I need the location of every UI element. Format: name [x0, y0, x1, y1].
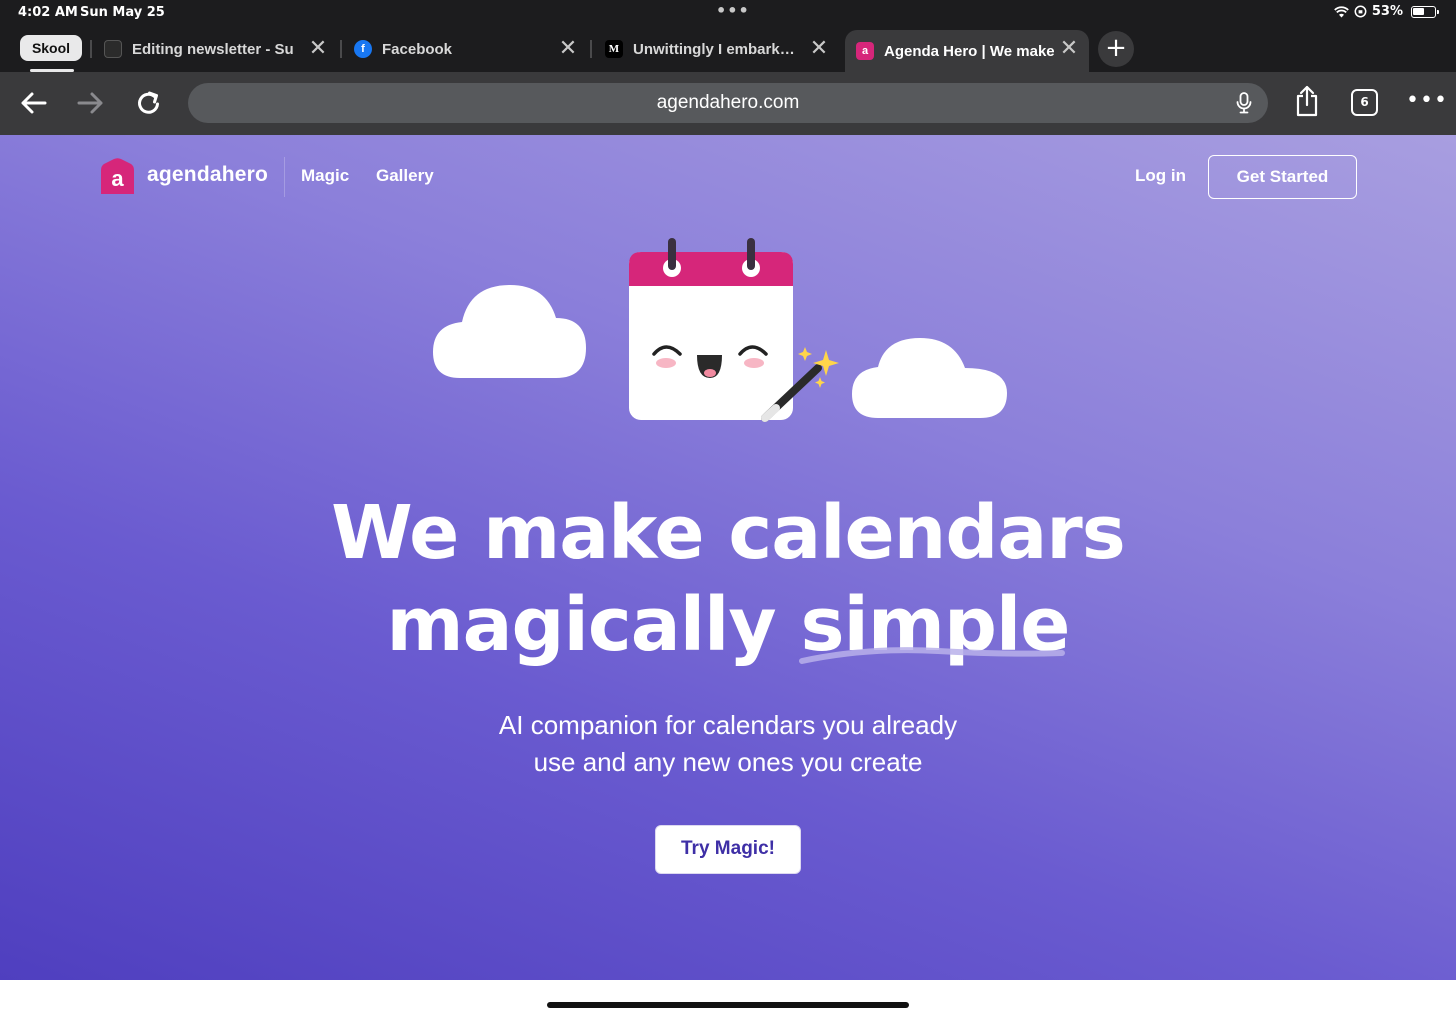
tab-overview-button[interactable]: 6 [1351, 89, 1378, 116]
headline-line-2a: magically [386, 582, 777, 668]
substack-icon [104, 40, 122, 58]
calendar-mascot-icon [629, 238, 793, 420]
underline-squiggle-icon [799, 647, 1065, 664]
nav-link-gallery[interactable]: Gallery [376, 166, 434, 186]
browser-toolbar: agendahero.com 6 ••• [0, 72, 1456, 135]
headline-line-1: We make calendars [331, 490, 1126, 576]
nav-link-magic[interactable]: Magic [301, 166, 349, 186]
tab-title: Facebook [382, 40, 453, 58]
close-icon[interactable]: ✕ [558, 37, 578, 59]
tab-title: Editing newsletter - Su [132, 40, 294, 58]
battery-icon [1411, 5, 1439, 18]
microphone-icon[interactable] [1236, 92, 1252, 114]
tab-separator [90, 40, 92, 58]
share-icon [1296, 85, 1318, 117]
cloud-right-icon [852, 338, 1007, 418]
wifi-icon [1334, 5, 1349, 17]
tab-medium[interactable]: M Unwittingly I embark… ✕ [605, 30, 829, 68]
hero-section: a agendahero Magic Gallery Log in Get St… [0, 135, 1456, 980]
status-bar: 4:02 AM Sun May 25 ••• 53% [0, 0, 1456, 26]
close-icon[interactable]: ✕ [1059, 37, 1079, 59]
battery-percent: 53% [1371, 4, 1403, 19]
tab-title: Unwittingly I embark… [633, 40, 795, 58]
close-icon[interactable]: ✕ [308, 37, 328, 59]
back-button[interactable] [16, 86, 50, 120]
reload-icon [138, 91, 159, 114]
forward-arrow-icon [77, 92, 103, 114]
tab-separator [590, 40, 592, 58]
home-indicator [547, 1002, 909, 1008]
subtitle-line-1: AI companion for calendars you already [498, 710, 958, 740]
logo-letter: a [111, 166, 124, 191]
agendahero-logo-icon[interactable]: a [99, 158, 136, 196]
close-icon[interactable]: ✕ [809, 37, 829, 59]
address-bar[interactable]: agendahero.com [188, 83, 1268, 123]
tab-group-skool[interactable]: Skool [20, 35, 82, 61]
tab-separator [340, 40, 342, 58]
try-magic-button[interactable]: Try Magic! [655, 825, 801, 874]
get-started-button[interactable]: Get Started [1208, 155, 1357, 199]
url-text: agendahero.com [656, 92, 800, 113]
forward-button[interactable] [74, 86, 108, 120]
multitasking-dots-icon[interactable]: ••• [716, 1, 750, 20]
tab-agenda-hero[interactable]: a Agenda Hero | We make ✕ [845, 30, 1089, 72]
hero-headline: We make calendars magically simple [0, 487, 1456, 671]
hero-subtitle: AI companion for calendars you already u… [0, 707, 1456, 781]
status-right: 53% [1334, 4, 1439, 19]
tab-editing-newsletter[interactable]: Editing newsletter - Su ✕ [104, 30, 328, 68]
login-link[interactable]: Log in [1135, 166, 1186, 186]
tab-bar: Skool Editing newsletter - Su ✕ f Facebo… [0, 26, 1456, 72]
subtitle-line-2: use and any new ones you create [533, 747, 923, 777]
agendahero-icon: a [856, 42, 874, 60]
brand-name[interactable]: agendahero [147, 163, 268, 187]
cloud-left-icon [433, 285, 586, 378]
more-options-icon[interactable]: ••• [1406, 88, 1448, 113]
medium-icon: M [605, 40, 623, 58]
new-tab-button[interactable]: + [1098, 31, 1134, 67]
back-arrow-icon [21, 92, 47, 114]
orientation-lock-icon [1354, 5, 1367, 18]
share-button[interactable] [1290, 84, 1324, 118]
status-date: Sun May 25 [80, 5, 165, 20]
nav-divider [284, 157, 285, 197]
reload-button[interactable] [132, 86, 166, 120]
facebook-icon: f [354, 40, 372, 58]
tab-facebook[interactable]: f Facebook ✕ [354, 30, 578, 68]
tab-title: Agenda Hero | We make [884, 42, 1054, 60]
status-time: 4:02 AM [18, 5, 78, 20]
